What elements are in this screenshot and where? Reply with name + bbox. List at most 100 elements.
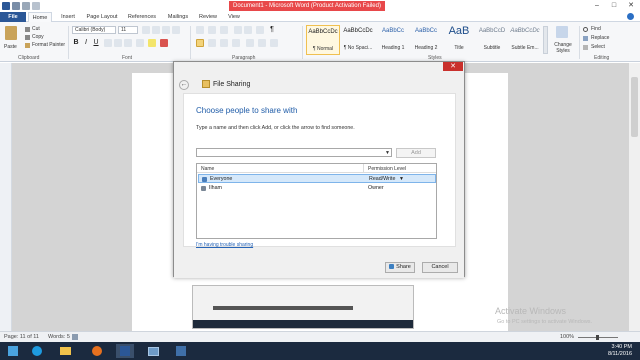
tab-home[interactable]: Home (28, 12, 52, 22)
numbering-icon[interactable] (208, 26, 216, 34)
taskbar-clock[interactable]: 3:40 PM 8/11/2016 (608, 344, 632, 358)
start-button[interactable] (4, 344, 22, 358)
show-marks-icon[interactable]: ¶ (268, 26, 276, 34)
style-title[interactable]: AaB Title (442, 25, 476, 55)
justify-icon[interactable] (232, 39, 240, 47)
column-header-permission[interactable]: Permission Level (368, 166, 406, 172)
shading-icon[interactable] (258, 39, 266, 47)
style-normal[interactable]: AaBbCcDc ¶ Normal (306, 25, 340, 55)
strikethrough-icon[interactable] (104, 39, 112, 47)
copy-button[interactable]: Copy (32, 34, 44, 40)
select-icon[interactable] (583, 45, 588, 50)
decrease-indent-icon[interactable] (234, 26, 242, 34)
align-center-icon[interactable] (208, 39, 216, 47)
replace-button[interactable]: Replace (591, 35, 609, 41)
style-subtle-emphasis[interactable]: AaBbCcDc Subtle Em... (508, 25, 542, 55)
tab-insert[interactable]: Insert (56, 12, 80, 22)
sort-icon[interactable] (256, 26, 264, 34)
share-name-input[interactable]: ▼ (196, 148, 392, 157)
user-icon (201, 186, 206, 191)
permission-dropdown[interactable]: Read/Write (369, 176, 395, 182)
style-subtitle[interactable]: AaBbCcD Subtitle (475, 25, 509, 55)
proofing-icon[interactable] (72, 334, 78, 340)
text-effects-icon[interactable] (136, 39, 144, 47)
word-count[interactable]: Words: 5 (48, 334, 70, 340)
format-painter-button[interactable]: Format Painter (32, 42, 65, 48)
tab-references[interactable]: References (124, 12, 160, 22)
redo-icon[interactable] (32, 2, 40, 10)
paste-button[interactable]: Paste (4, 44, 17, 50)
zoom-level[interactable]: 100% (560, 334, 574, 340)
change-styles-button[interactable]: Change Styles (551, 42, 575, 54)
page-count[interactable]: Page: 11 of 11 (4, 334, 39, 340)
subscript-icon[interactable] (114, 39, 122, 47)
change-case-icon[interactable] (162, 26, 170, 34)
add-button[interactable]: Add (396, 148, 436, 158)
save-icon[interactable] (12, 2, 20, 10)
cut-button[interactable]: Cut (32, 26, 40, 32)
close-icon[interactable]: ✕ (624, 1, 638, 10)
change-styles-icon[interactable] (556, 26, 568, 38)
vertical-scrollbar[interactable] (628, 63, 640, 331)
separator (579, 26, 580, 59)
tab-page-layout[interactable]: Page Layout (84, 12, 120, 22)
word-taskbar-icon[interactable] (116, 344, 134, 358)
grow-font-icon[interactable] (142, 26, 150, 34)
find-icon[interactable] (583, 27, 588, 32)
superscript-icon[interactable] (124, 39, 132, 47)
bullets-icon[interactable] (196, 26, 204, 34)
cut-icon[interactable] (25, 27, 30, 32)
share-list-row-ilham[interactable]: Ilham Owner (198, 184, 436, 193)
internet-explorer-taskbar-icon[interactable] (28, 344, 46, 358)
underline-icon[interactable]: U (92, 39, 100, 47)
chevron-down-icon[interactable]: ▼ (399, 176, 404, 182)
align-right-icon[interactable] (220, 39, 228, 47)
app-taskbar-icon[interactable] (144, 344, 162, 358)
style-heading-1[interactable]: AaBbCc Heading 1 (376, 25, 410, 55)
scrollbar-thumb[interactable] (631, 77, 638, 137)
shrink-font-icon[interactable] (152, 26, 160, 34)
back-arrow-icon[interactable]: ← (179, 80, 189, 90)
styles-scroll-icon[interactable] (543, 26, 548, 54)
share-list-row-everyone[interactable]: Everyone Read/Write ▼ (198, 174, 436, 183)
align-left-icon[interactable] (196, 39, 204, 47)
tab-review[interactable]: Review (196, 12, 220, 22)
increase-indent-icon[interactable] (244, 26, 252, 34)
cancel-button[interactable]: Cancel (422, 262, 458, 273)
media-taskbar-icon[interactable] (172, 344, 190, 358)
file-explorer-taskbar-icon[interactable] (56, 344, 74, 358)
share-button-label: Share (396, 264, 411, 270)
help-icon[interactable] (627, 13, 634, 20)
select-button[interactable]: Select (591, 44, 605, 50)
format-painter-icon[interactable] (25, 43, 30, 48)
paste-icon[interactable] (5, 26, 17, 40)
zoom-slider-knob[interactable] (596, 335, 599, 340)
highlight-icon[interactable] (148, 39, 156, 47)
font-size-box[interactable]: 11 (118, 26, 138, 34)
chevron-down-icon[interactable]: ▼ (385, 150, 390, 156)
column-divider (363, 164, 364, 173)
borders-icon[interactable] (270, 39, 278, 47)
clear-formatting-icon[interactable] (172, 26, 180, 34)
font-name-box[interactable]: Calibri (Body) (72, 26, 116, 34)
tab-file[interactable]: File (0, 12, 26, 22)
tab-view[interactable]: View (224, 12, 244, 22)
minimize-icon[interactable]: – (590, 1, 604, 10)
dialog-close-button[interactable]: ✕ (443, 62, 463, 71)
column-header-name[interactable]: Name (201, 166, 214, 172)
style-no-spacing[interactable]: AaBbCcDc ¶ No Spaci... (341, 25, 375, 55)
style-heading-2[interactable]: AaBbCc Heading 2 (409, 25, 443, 55)
find-button[interactable]: Find (591, 26, 601, 32)
maximize-icon[interactable]: □ (607, 1, 621, 10)
undo-icon[interactable] (22, 2, 30, 10)
share-button[interactable]: Share (385, 262, 415, 273)
copy-icon[interactable] (25, 35, 30, 40)
multilevel-list-icon[interactable] (220, 26, 228, 34)
tab-mailings[interactable]: Mailings (164, 12, 192, 22)
firefox-taskbar-icon[interactable] (88, 344, 106, 358)
italic-icon[interactable]: I (82, 39, 90, 47)
line-spacing-icon[interactable] (246, 39, 254, 47)
bold-icon[interactable]: B (72, 39, 80, 47)
font-color-icon[interactable] (160, 39, 168, 47)
replace-icon[interactable] (583, 36, 588, 41)
